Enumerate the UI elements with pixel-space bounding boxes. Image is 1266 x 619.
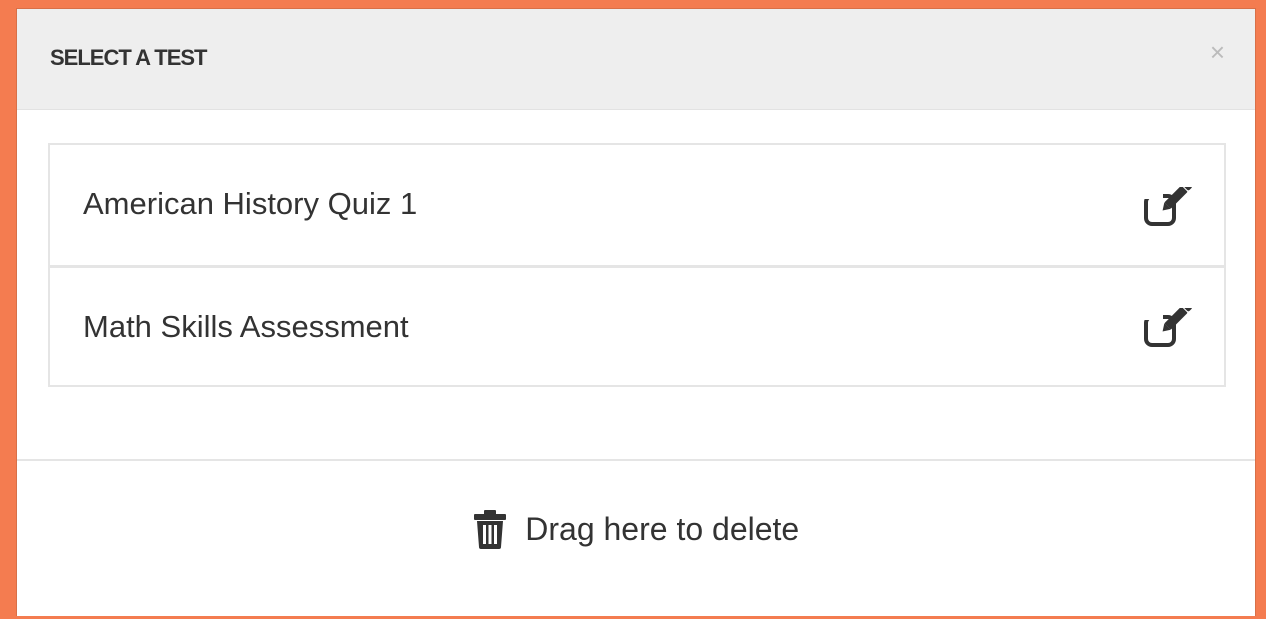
- test-item-label: Math Skills Assessment: [83, 309, 409, 344]
- delete-drop-zone[interactable]: Drag here to delete: [17, 509, 1255, 549]
- test-item-math-skills-assessment[interactable]: Math Skills Assessment: [50, 265, 1224, 385]
- trash-icon: [473, 510, 506, 549]
- test-item-american-history-quiz-1[interactable]: American History Quiz 1: [50, 145, 1224, 265]
- test-list: American History Quiz 1 Math Skills Asse…: [48, 143, 1226, 387]
- close-button[interactable]: ×: [1210, 39, 1225, 65]
- modal-footer: Drag here to delete: [17, 459, 1255, 619]
- delete-label: Drag here to delete: [525, 510, 800, 547]
- select-test-modal: SELECT A TEST × American History Quiz 1 …: [16, 8, 1256, 616]
- edit-icon[interactable]: [1143, 187, 1193, 227]
- test-item-label: American History Quiz 1: [83, 186, 418, 221]
- edit-icon[interactable]: [1143, 308, 1193, 348]
- modal-title: SELECT A TEST: [50, 45, 207, 70]
- modal-header: SELECT A TEST ×: [17, 9, 1255, 110]
